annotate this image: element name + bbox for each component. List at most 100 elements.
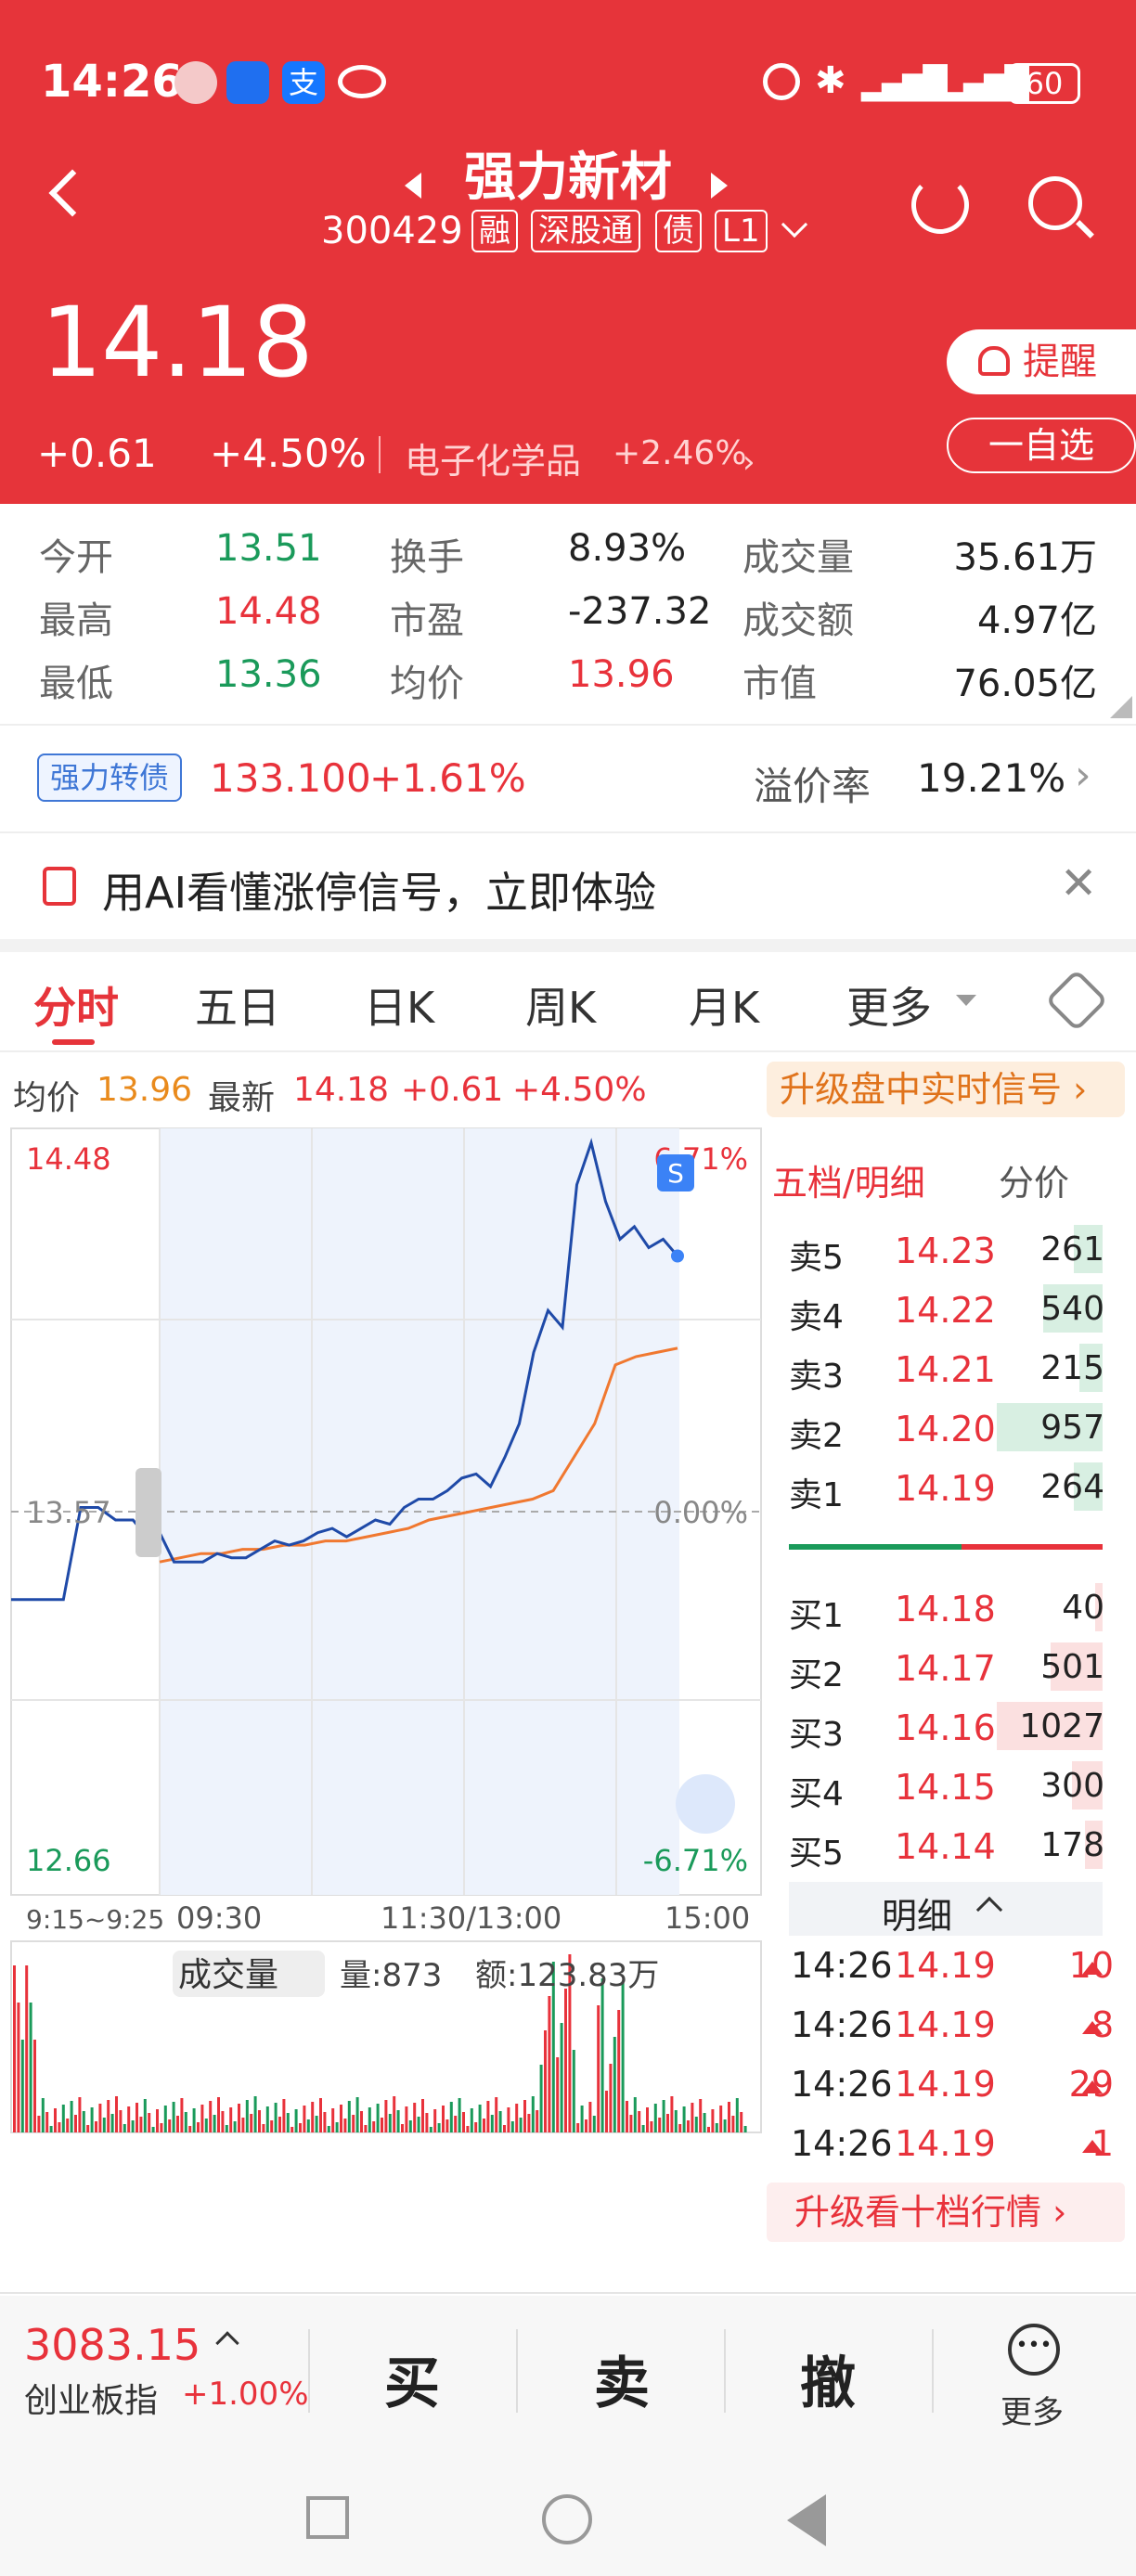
value-amount: 4.97亿 — [976, 599, 1097, 642]
volume-bar — [115, 2096, 118, 2132]
ask-level-price[interactable]: 14.19 — [895, 1468, 996, 1509]
x-tick-pre: 9:15~9:25 — [26, 1904, 164, 1935]
buy-button[interactable]: 买 — [384, 2338, 440, 2419]
sector-name[interactable]: 电子化学品 — [405, 432, 581, 483]
volume-bar — [740, 2112, 743, 2132]
eye-icon — [338, 65, 386, 98]
value-pe: -237.32 — [568, 590, 712, 633]
ask-level-price[interactable]: 14.20 — [895, 1409, 996, 1449]
tick-price: 14.19 — [895, 2123, 996, 2164]
value-volume: 35.61万 — [953, 536, 1097, 579]
volume-bar — [172, 2102, 175, 2132]
upgrade-level10-label: 升级看十档行情 — [794, 2192, 1042, 2233]
chevron-down-icon[interactable] — [781, 211, 808, 238]
bid-level-price[interactable]: 14.14 — [895, 1826, 996, 1867]
volume-bar — [29, 2003, 32, 2132]
volume-amt: 额:123.83万 — [475, 1957, 659, 1994]
volume-bar — [556, 2057, 560, 2132]
refresh-icon[interactable] — [911, 176, 969, 234]
sector-chevron-icon[interactable]: › — [742, 444, 755, 481]
tab-intraday[interactable]: 分时 — [33, 974, 119, 1036]
price-change-pct: +4.50% — [210, 431, 367, 476]
volume-bar — [188, 2126, 192, 2132]
alipay-icon: 支 — [282, 61, 325, 104]
tab-weekly-k[interactable]: 周K — [525, 974, 596, 1036]
expand-corner-icon[interactable] — [1110, 696, 1132, 718]
volume-bar — [617, 2010, 621, 2132]
ask-level-price[interactable]: 14.23 — [895, 1230, 996, 1271]
bond-chevron-icon[interactable]: › — [1075, 752, 1091, 799]
cancel-button[interactable]: 撤 — [800, 2338, 856, 2419]
current-price: 14.18 — [41, 286, 314, 399]
volume-bar — [335, 2122, 339, 2132]
latest-point — [671, 1249, 684, 1263]
volume-bar — [629, 2115, 633, 2132]
volume-bar — [597, 2005, 600, 2132]
volume-bar — [372, 2121, 376, 2132]
ask-level-price[interactable]: 14.21 — [895, 1349, 996, 1390]
volume-bar — [662, 2100, 665, 2132]
sell-button[interactable]: 卖 — [594, 2338, 650, 2419]
tab-daily-k[interactable]: 日K — [364, 974, 434, 1036]
volume-bar — [139, 2117, 143, 2132]
more-label[interactable]: 更多 — [1000, 2387, 1064, 2432]
search-icon[interactable] — [1028, 176, 1082, 230]
bid-level-price[interactable]: 14.17 — [895, 1648, 996, 1689]
volume-bar — [176, 2116, 179, 2132]
close-icon[interactable]: ✕ — [1060, 857, 1097, 909]
divider — [308, 2329, 310, 2413]
tab-monthly-k[interactable]: 月K — [689, 974, 759, 1036]
ask-level-volume: 261 — [1040, 1230, 1104, 1269]
bid-level-price[interactable]: 14.16 — [895, 1707, 996, 1748]
volume-bar — [536, 2110, 539, 2132]
latest-label: 最新 — [208, 1079, 276, 1117]
fullscreen-icon[interactable] — [676, 1774, 735, 1834]
volume-bar — [694, 2117, 698, 2132]
volume-bar — [572, 2050, 575, 2132]
volume-bar — [74, 2115, 77, 2132]
tab-5day[interactable]: 五日 — [195, 974, 280, 1036]
volume-bar — [17, 2003, 20, 2132]
section-gap — [0, 939, 1136, 952]
label-low: 最低 — [39, 663, 113, 705]
volume-bar — [691, 2103, 694, 2132]
volume-bar — [119, 2110, 123, 2132]
ask-level-price[interactable]: 14.22 — [895, 1290, 996, 1331]
intraday-chart[interactable]: 14.48 13.57 12.66 6.71% 0.00% -6.71% S 9… — [0, 1123, 770, 2246]
value-low: 13.36 — [215, 653, 322, 696]
volume-bar — [531, 2096, 535, 2132]
watchlist-button[interactable]: 一自选 — [947, 418, 1136, 473]
price-dist-tab[interactable]: 分价 — [999, 1154, 1069, 1205]
volume-bar — [429, 2127, 432, 2132]
volume-bar — [588, 2102, 592, 2132]
ask-level-label: 卖3 — [789, 1358, 844, 1396]
volume-bar — [229, 2107, 233, 2132]
home-icon[interactable] — [542, 2494, 592, 2544]
volume-bar — [393, 2096, 396, 2132]
volume-bar — [707, 2127, 710, 2132]
volume-bar — [592, 2116, 596, 2132]
recent-apps-icon[interactable] — [306, 2496, 349, 2539]
settings-icon[interactable] — [1045, 969, 1108, 1032]
more-icon[interactable]: ••• — [1008, 2324, 1060, 2376]
back-nav-icon[interactable] — [787, 2494, 826, 2546]
volume-bar — [180, 2098, 184, 2132]
up-arrow-icon — [1082, 2140, 1103, 2153]
volume-bar — [123, 2124, 126, 2132]
remind-button[interactable]: 提醒 — [947, 329, 1136, 394]
bid-level-price[interactable]: 14.18 — [895, 1589, 996, 1629]
volume-bar — [33, 2040, 36, 2132]
stock-header: 14:26 支 ✱ ▂▄▆█ ▂▄▆█ 60 强力新材 300429 融 深股通… — [0, 0, 1136, 504]
bid-level-price[interactable]: 14.15 — [895, 1767, 996, 1808]
tab-more[interactable]: 更多 — [846, 974, 932, 1036]
volume-bar — [548, 1996, 551, 2132]
volume-bar — [474, 2122, 478, 2132]
next-stock-icon[interactable] — [711, 173, 728, 199]
orderbook-tab[interactable]: 五档/明细 — [772, 1154, 925, 1205]
upgrade-signal-button[interactable]: 升级盘中实时信号 › — [767, 1062, 1125, 1117]
volume-bar — [396, 2110, 400, 2132]
collapse-handle[interactable] — [136, 1468, 161, 1557]
upgrade-level10-button[interactable]: 升级看十档行情 › — [767, 2183, 1125, 2242]
prev-stock-icon[interactable] — [405, 173, 421, 199]
x-tick-close: 15:00 — [665, 1900, 750, 1936]
